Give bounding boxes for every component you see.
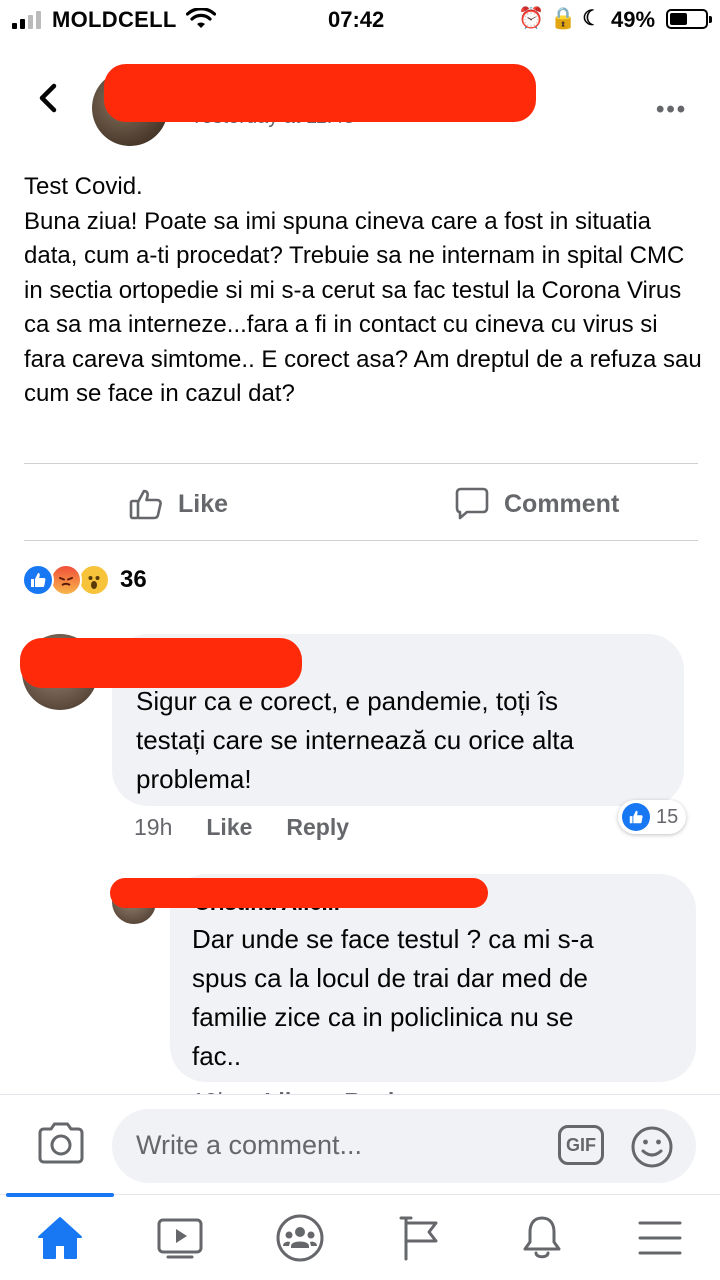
comment-like-button[interactable]: Like (206, 814, 252, 841)
battery-percent: 49% (611, 7, 656, 32)
redaction-mark (104, 64, 536, 122)
gif-icon[interactable]: GIF (558, 1125, 604, 1165)
reaction-summary[interactable]: 36 (22, 563, 147, 597)
wifi-icon (186, 8, 216, 28)
redaction-mark (110, 878, 488, 908)
comment-bubble-icon (455, 487, 489, 520)
emoji-icon[interactable] (630, 1125, 674, 1169)
video-icon (157, 1218, 203, 1259)
reaction-count: 36 (120, 566, 147, 593)
bottom-tab-bar (0, 1193, 720, 1280)
tab-groups[interactable] (270, 1213, 330, 1263)
home-icon (38, 1217, 82, 1259)
back-arrow-icon[interactable] (30, 80, 66, 116)
active-tab-indicator (6, 1193, 114, 1197)
like-button-label: Like (178, 489, 229, 518)
comment-reply-button[interactable]: Reply (286, 814, 349, 841)
comment-button[interactable]: Comment (454, 482, 619, 526)
tab-menu[interactable] (630, 1213, 690, 1263)
status-bar: MOLDCELL 07:42 ⏰🔒☾ 49% (0, 0, 720, 40)
comment-input[interactable]: Write a comment... GIF (112, 1109, 696, 1183)
wow-reaction-icon (78, 564, 110, 596)
alarm-rotation-dnd-icons: ⏰🔒☾ (518, 7, 608, 30)
notifications-bell-icon (523, 1216, 561, 1259)
comment-placeholder: Write a comment... (136, 1130, 363, 1160)
tab-pages[interactable] (390, 1213, 450, 1263)
divider (24, 540, 698, 541)
camera-icon[interactable] (36, 1121, 86, 1165)
redaction-mark (20, 638, 302, 688)
comment-button-label: Comment (504, 489, 620, 518)
more-options-icon[interactable]: ••• (656, 96, 687, 124)
clock: 07:42 (328, 7, 385, 32)
comment-meta: 19h Like Reply (134, 814, 349, 841)
carrier-name: MOLDCELL (52, 7, 177, 32)
comment-text: Sigur ca e corect, e pandemie, toți îs t… (136, 686, 574, 794)
like-button[interactable]: Like (128, 482, 228, 526)
comment-composer: Write a comment... GIF (0, 1094, 720, 1194)
thumbs-up-icon (129, 489, 162, 520)
pages-flag-icon (399, 1216, 438, 1261)
cellular-signal-icon (12, 9, 44, 29)
tab-watch[interactable] (150, 1213, 210, 1263)
divider (24, 463, 698, 464)
post-body: Test Covid. Buna ziua! Poate sa imi spun… (24, 173, 702, 407)
reply-text: Dar unde se face testul ? ca mi s-a spus… (192, 924, 594, 1071)
comment-time: 19h (134, 814, 173, 840)
groups-icon (276, 1214, 324, 1262)
like-reaction-icon (622, 803, 650, 831)
menu-icon (638, 1221, 682, 1255)
angry-reaction-icon (50, 564, 82, 596)
tab-notifications[interactable] (512, 1213, 572, 1263)
battery-icon (666, 9, 712, 29)
tab-home[interactable] (30, 1213, 90, 1263)
comment-like-number: 15 (656, 805, 679, 828)
comment-like-count[interactable]: 15 (618, 800, 687, 834)
post-header: Yesterday at 11:45 ••• (0, 50, 720, 150)
like-reaction-icon (22, 564, 54, 596)
